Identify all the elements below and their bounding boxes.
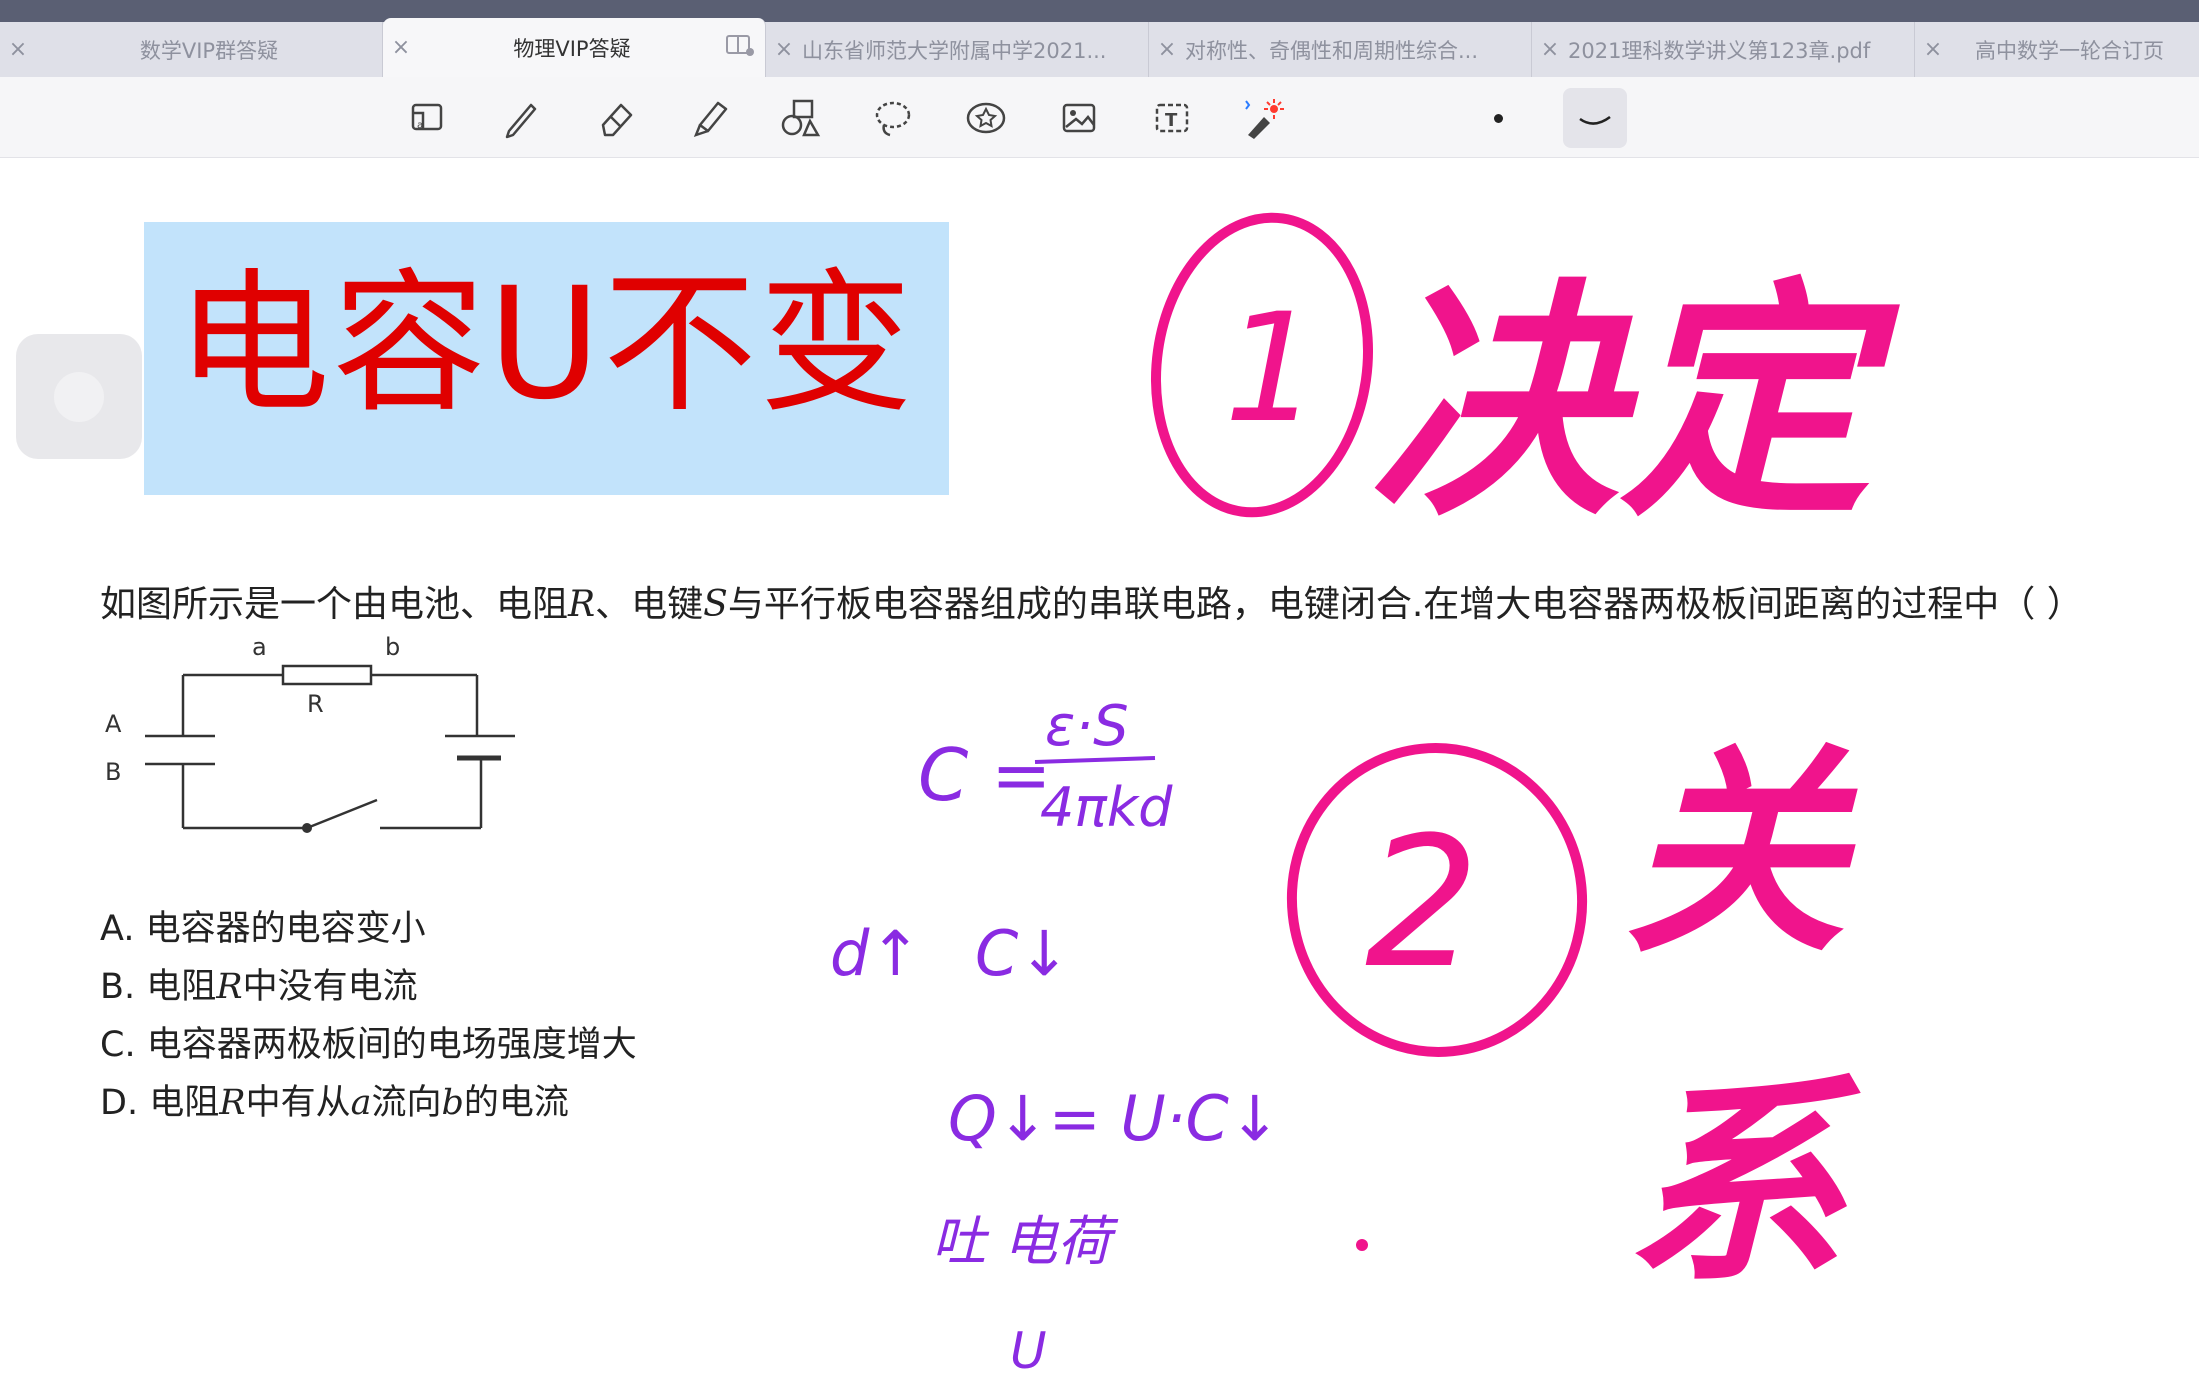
note-q-formula: Q↓= U·C↓ — [948, 1082, 1281, 1155]
note-u: U — [1010, 1322, 1047, 1375]
circled-two-digit: 2 — [1365, 799, 1480, 1008]
note-d-up: d↑ — [830, 917, 921, 990]
word-relation-char: 关 — [1625, 726, 1858, 982]
formula-denominator: 4πkd — [1040, 776, 1173, 839]
word-relation-1: 关系 — [1625, 726, 1861, 1312]
circled-one-digit: 1 — [1224, 282, 1319, 456]
handwriting-layer: 1 决定 C = ε·S 4πkd d↑ C↓ Q↓= U·C↓ 吐 电荷 U … — [830, 212, 1901, 1375]
formula-c: C = — [918, 733, 1052, 817]
formula-numerator: ε·S — [1045, 694, 1129, 759]
ink-dot — [1356, 1239, 1368, 1251]
word-decide: 决定 — [1370, 258, 1901, 549]
note-c-down: C↓ — [975, 917, 1070, 990]
note-charge: 吐 电荷 — [932, 1210, 1119, 1273]
word-relation-char: 系 — [1625, 1056, 1861, 1312]
